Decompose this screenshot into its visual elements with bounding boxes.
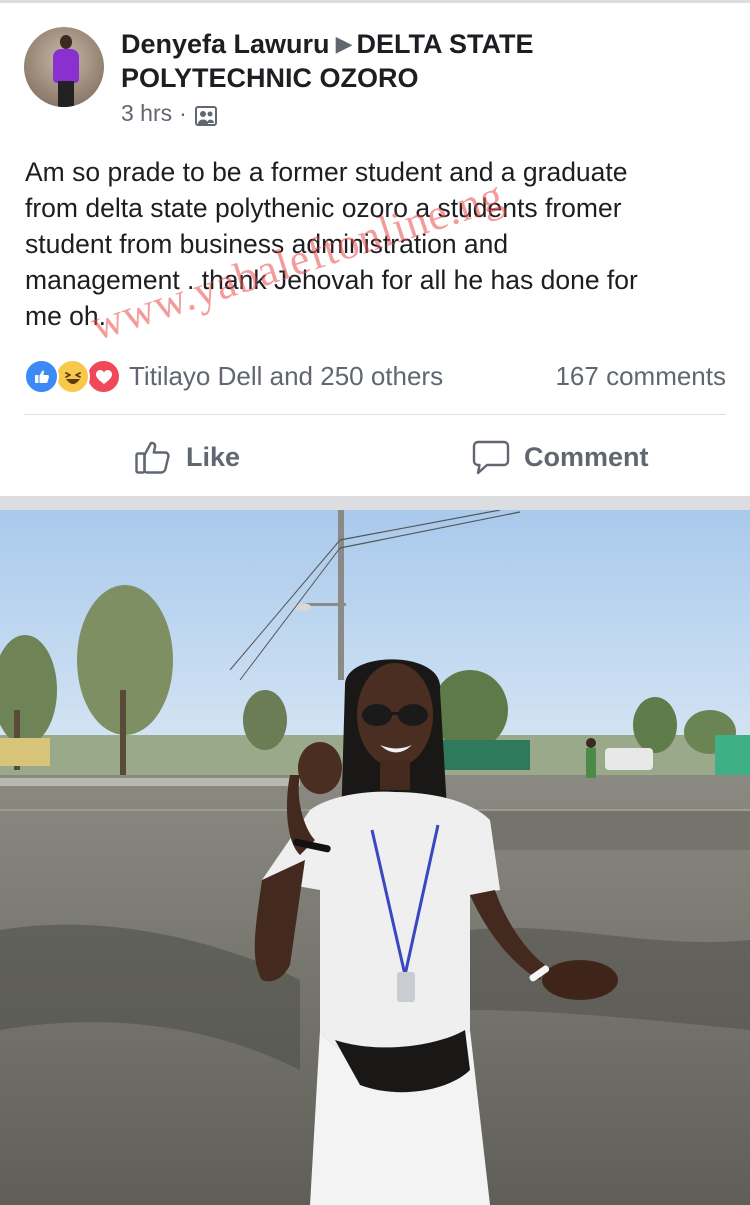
thumbs-up-icon [135, 441, 170, 474]
avatar-figure-legs [58, 81, 74, 107]
like-label: Like [186, 441, 241, 472]
reaction-icons [24, 359, 124, 394]
post-photo[interactable] [0, 510, 750, 1205]
reaction-names[interactable]: Titilayo Dell and 250 others [129, 359, 443, 393]
facebook-post-screen: Denyefa Lawuru ▶ DELTA STATE POLYTECHNIC O… [0, 0, 750, 1205]
like-button[interactable]: Like [134, 432, 240, 482]
meta-separator: · [179, 100, 187, 126]
comment-button[interactable]: Comment [472, 432, 649, 482]
like-reaction-icon [24, 359, 59, 394]
reactions-summary[interactable]: Titilayo Dell and 250 others 167 comment… [24, 358, 726, 394]
post-header-title: Denyefa Lawuru ▶ DELTA STATE POLYTECHNIC O… [121, 27, 721, 95]
post-timestamp[interactable]: 3 hrs [121, 98, 172, 128]
author-name[interactable]: Denyefa Lawuru [121, 29, 330, 59]
avatar-figure-head [60, 35, 72, 49]
haha-reaction-icon [55, 359, 90, 394]
group-members-icon[interactable] [194, 103, 217, 126]
comment-label: Comment [524, 441, 649, 472]
section-separator [0, 496, 750, 510]
photo-illustration [0, 510, 750, 1205]
actions-divider [24, 414, 726, 415]
top-divider [0, 0, 750, 3]
comment-bubble-icon [472, 440, 510, 475]
comment-count[interactable]: 167 comments [555, 359, 726, 393]
post-meta: 3 hrs · [121, 98, 217, 128]
share-arrow-icon: ▶ [335, 31, 353, 56]
post-body-text: Am so prade to be a former student and a… [25, 157, 638, 331]
avatar-figure-body [53, 49, 79, 83]
love-reaction-icon [86, 359, 121, 394]
author-avatar[interactable] [24, 27, 104, 107]
